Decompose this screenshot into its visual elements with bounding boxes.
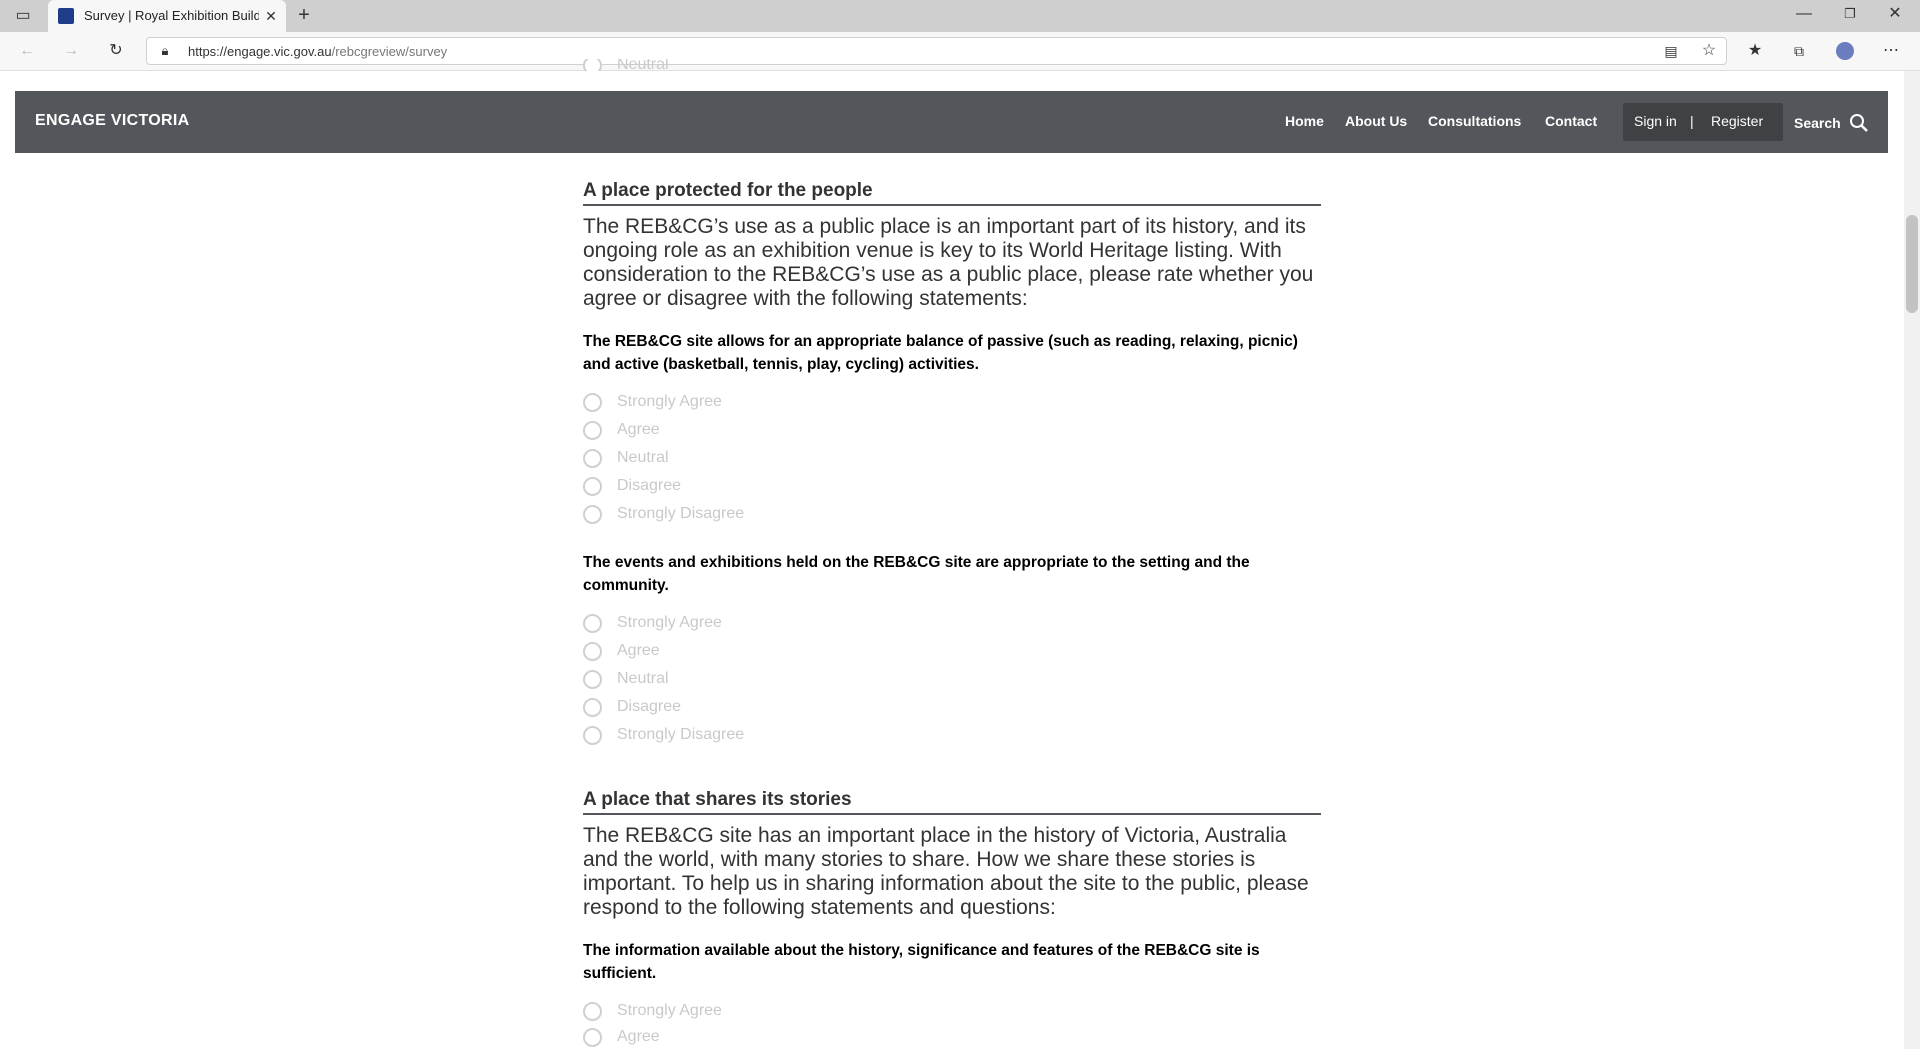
option-strongly-disagree[interactable]: Strongly Disagree <box>583 723 744 747</box>
option-strongly-agree[interactable]: Strongly Agree <box>583 390 722 414</box>
auth-separator: | <box>1690 113 1694 129</box>
option-neutral[interactable]: Neutral <box>583 667 669 691</box>
radio-button[interactable] <box>583 392 602 412</box>
option-agree[interactable]: Agree <box>583 639 660 663</box>
tab-title[interactable]: Survey | Royal Exhibition Building <box>84 8 259 23</box>
nav-about-us[interactable]: About Us <box>1345 113 1407 129</box>
section-intro: The REB&CG site has an important place i… <box>583 824 1309 919</box>
radio-button[interactable] <box>583 697 602 717</box>
radio-button[interactable] <box>583 725 602 745</box>
favorites-icon[interactable]: ★ <box>1744 41 1766 61</box>
radio-button[interactable] <box>583 448 602 468</box>
option-disagree[interactable]: Disagree <box>583 695 681 719</box>
partial-option: Neutral <box>583 59 669 71</box>
nav-contact[interactable]: Contact <box>1545 113 1597 129</box>
scrollbar-thumb[interactable] <box>1906 215 1918 313</box>
forward-icon[interactable]: → <box>60 41 82 61</box>
radio-button[interactable] <box>583 504 602 524</box>
radio-button[interactable] <box>583 59 602 71</box>
question-text: The REB&CG site allows for an appropriat… <box>583 333 1298 373</box>
question-text: The information available about the hist… <box>583 942 1260 982</box>
nav-consultations[interactable]: Consultations <box>1428 113 1521 129</box>
search-icon <box>1849 113 1869 136</box>
site-header <box>15 91 1888 153</box>
option-agree[interactable]: Agree <box>583 1025 660 1049</box>
profile-icon[interactable] <box>1836 42 1854 60</box>
add-favorite-icon[interactable]: ☆ <box>1698 41 1720 61</box>
option-strongly-agree[interactable]: Strongly Agree <box>583 611 722 635</box>
restore-icon[interactable]: ❐ <box>1839 4 1861 24</box>
option-agree[interactable]: Agree <box>583 418 660 442</box>
option-strongly-disagree[interactable]: Strongly Disagree <box>583 502 744 526</box>
close-window-icon[interactable]: ✕ <box>1884 4 1906 24</box>
lock-icon[interactable]: 🔒︎ <box>154 41 176 61</box>
sign-in-link[interactable]: Sign in <box>1634 113 1677 129</box>
minimize-icon[interactable]: — <box>1793 4 1815 24</box>
refresh-icon[interactable]: ↻ <box>105 41 127 61</box>
option-neutral[interactable]: Neutral <box>583 446 669 470</box>
radio-button[interactable] <box>583 669 602 689</box>
back-icon[interactable]: ← <box>16 41 38 61</box>
radio-button[interactable] <box>583 1001 602 1021</box>
favicon-icon <box>58 8 74 24</box>
radio-button[interactable] <box>583 476 602 496</box>
sidebar-toggle-icon[interactable]: ▭ <box>12 6 34 26</box>
collections-icon[interactable]: ⧉ <box>1788 41 1810 61</box>
more-icon[interactable]: ⋯ <box>1880 41 1902 61</box>
radio-button[interactable] <box>583 1027 602 1047</box>
option-strongly-agree[interactable]: Strongly Agree <box>583 999 722 1023</box>
section-title: A place that shares its stories <box>583 789 1321 815</box>
reader-view-icon[interactable]: ▤ <box>1660 41 1682 61</box>
search-button[interactable]: Search <box>1794 113 1869 136</box>
question-text: The events and exhibitions held on the R… <box>583 554 1250 594</box>
option-disagree[interactable]: Disagree <box>583 474 681 498</box>
engage-victoria-logo[interactable]: ENGAGE VICTORIA <box>35 112 189 130</box>
new-tab-icon[interactable]: + <box>293 5 315 25</box>
tab-close-icon[interactable]: ✕ <box>260 6 282 26</box>
radio-button[interactable] <box>583 420 602 440</box>
nav-home[interactable]: Home <box>1285 113 1324 129</box>
section-intro: The REB&CG’s use as a public place is an… <box>583 215 1314 310</box>
section-title: A place protected for the people <box>583 180 1321 206</box>
radio-button[interactable] <box>583 641 602 661</box>
register-link[interactable]: Register <box>1711 113 1763 129</box>
search-label: Search <box>1794 115 1841 132</box>
tab-strip <box>0 0 1920 32</box>
radio-button[interactable] <box>583 613 602 633</box>
url-text[interactable]: https://engage.vic.gov.au/rebcgreview/su… <box>188 44 447 59</box>
